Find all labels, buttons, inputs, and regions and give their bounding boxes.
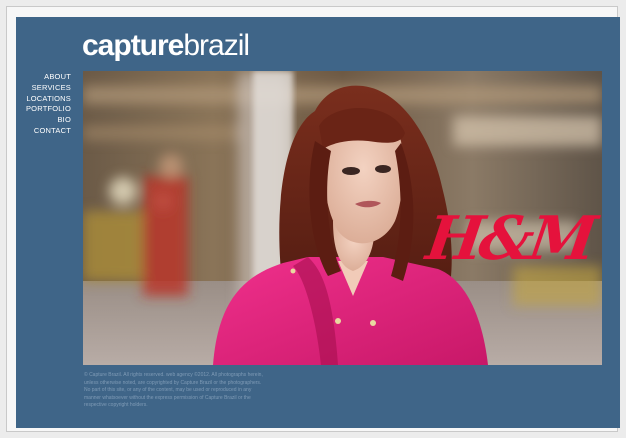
- nav-item-portfolio: PORTFOLIO: [22, 104, 71, 115]
- nav-item-locations: LOCATIONS: [22, 94, 71, 105]
- brand-logo-hm: H&M: [421, 204, 597, 274]
- nav-link-portfolio[interactable]: PORTFOLIO: [22, 104, 71, 115]
- nav-item-about: ABOUT: [22, 72, 71, 83]
- nav-link-bio[interactable]: BIO: [22, 115, 71, 126]
- site-logo[interactable]: capturebrazil: [82, 29, 250, 62]
- footer-copyright: © Capture Brazil. All rights reserved. w…: [84, 372, 263, 409]
- nav-item-bio: BIO: [22, 115, 71, 126]
- nav-link-services[interactable]: SERVICES: [22, 83, 71, 94]
- logo-wordmark-capture: capture: [82, 29, 184, 62]
- nav-item-contact: CONTACT: [22, 126, 71, 137]
- logo-wordmark-brazil: brazil: [183, 29, 250, 62]
- nav-link-contact[interactable]: CONTACT: [22, 126, 71, 137]
- nav-item-services: SERVICES: [22, 83, 71, 94]
- nav-link-about[interactable]: ABOUT: [22, 72, 71, 83]
- main-nav: ABOUT SERVICES LOCATIONS PORTFOLIO BIO C…: [22, 72, 71, 137]
- nav-link-locations[interactable]: LOCATIONS: [22, 94, 71, 105]
- hero-photo: H&M: [83, 71, 602, 365]
